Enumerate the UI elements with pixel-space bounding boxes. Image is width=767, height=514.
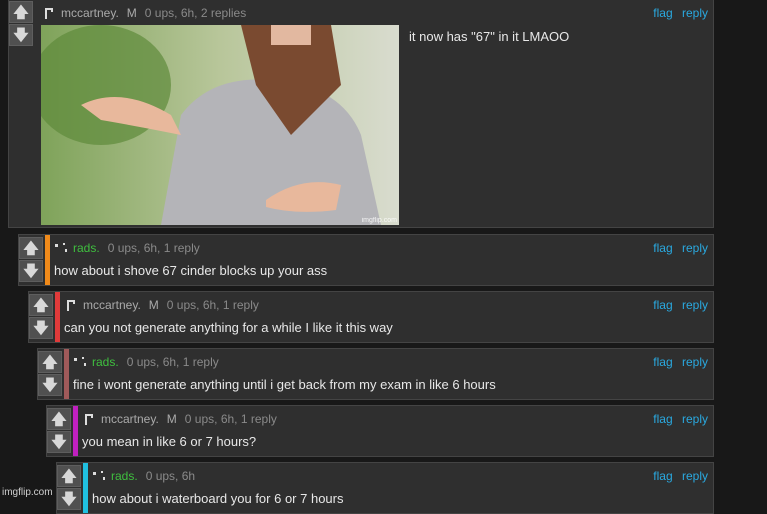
comment-meta: rads. 0 ups, 6h, 1 reply [54, 241, 200, 255]
comment-meta: mccartney. M 0 ups, 6h, 1 reply [64, 298, 259, 312]
avatar-icon [55, 243, 67, 252]
comment: 🡅 🡇 rads. 0 ups, 6h, 1 reply flag reply … [18, 234, 714, 286]
flag-link[interactable]: flag [653, 298, 672, 312]
upvote-button[interactable]: 🡅 [57, 465, 81, 487]
reply-link[interactable]: reply [682, 355, 708, 369]
comment-text: fine i wont generate anything until i ge… [73, 377, 496, 392]
username[interactable]: mccartney. [83, 298, 141, 312]
comment-text: you mean in like 6 or 7 hours? [82, 434, 257, 449]
comment-stats: 0 ups, 6h [145, 469, 196, 483]
comment-stats: 0 ups, 6h, 2 replies [144, 6, 247, 20]
comment-text: it now has "67" in it LMAOO [409, 29, 570, 44]
reply-link[interactable]: reply [682, 412, 708, 426]
comment: 🡅 🡇 mccartney. M 0 ups, 6h, 1 reply flag… [28, 291, 714, 343]
downvote-button[interactable]: 🡇 [47, 431, 71, 453]
username[interactable]: mccartney. [101, 412, 159, 426]
downvote-button[interactable]: 🡇 [19, 260, 43, 282]
comment-text: how about i shove 67 cinder blocks up yo… [54, 263, 328, 278]
meme-illustration [41, 25, 399, 225]
downvote-button[interactable]: 🡇 [9, 24, 33, 46]
username[interactable]: rads. [92, 355, 119, 369]
comment-stats: 0 ups, 6h, 1 reply [184, 412, 277, 426]
avatar-icon [45, 8, 53, 19]
avatar-icon [74, 357, 86, 366]
upvote-button[interactable]: 🡅 [47, 408, 71, 430]
comment-meta: rads. 0 ups, 6h, 1 reply [73, 355, 219, 369]
downvote-button[interactable]: 🡇 [29, 317, 53, 339]
upvote-button[interactable]: 🡅 [29, 294, 53, 316]
vote-controls: 🡅 🡇 [38, 351, 64, 396]
vote-controls: 🡅 🡇 [29, 294, 55, 339]
upvote-button[interactable]: 🡅 [38, 351, 62, 373]
comment: 🡅 🡇 rads. 0 ups, 6h, 1 reply flag reply … [37, 348, 714, 400]
reply-link[interactable]: reply [682, 298, 708, 312]
comment-meta: rads. 0 ups, 6h [92, 469, 195, 483]
comment-meta: mccartney. M 0 ups, 6h, 2 replies [42, 6, 246, 20]
comment-text: how about i waterboard you for 6 or 7 ho… [92, 491, 344, 506]
reply-link[interactable]: reply [682, 469, 708, 483]
meme-image[interactable]: imgflip.com [41, 25, 399, 225]
image-watermark: imgflip.com [361, 217, 397, 224]
user-badge: M [126, 6, 137, 20]
reply-link[interactable]: reply [682, 6, 708, 20]
thread-bar [64, 349, 69, 399]
vote-controls: 🡅 🡇 [57, 465, 83, 510]
flag-link[interactable]: flag [653, 241, 672, 255]
comment-meta: mccartney. M 0 ups, 6h, 1 reply [82, 412, 277, 426]
reply-link[interactable]: reply [682, 241, 708, 255]
user-badge: M [166, 412, 177, 426]
comment-text: can you not generate anything for a whil… [64, 320, 393, 335]
comment-actions: flag reply [647, 355, 708, 369]
username[interactable]: mccartney. [61, 6, 119, 20]
downvote-button[interactable]: 🡇 [57, 488, 81, 510]
avatar-icon [67, 300, 75, 311]
username[interactable]: rads. [73, 241, 100, 255]
avatar-icon [93, 471, 105, 480]
vote-controls: 🡅 🡇 [9, 1, 35, 46]
comment-actions: flag reply [647, 412, 708, 426]
username[interactable]: rads. [111, 469, 138, 483]
comment-stats: 0 ups, 6h, 1 reply [166, 298, 259, 312]
flag-link[interactable]: flag [653, 355, 672, 369]
comment-actions: flag reply [647, 298, 708, 312]
downvote-button[interactable]: 🡇 [38, 374, 62, 396]
comment: 🡅 🡇 rads. 0 ups, 6h flag reply how about… [56, 462, 714, 514]
avatar-icon [85, 414, 93, 425]
flag-link[interactable]: flag [653, 6, 672, 20]
vote-controls: 🡅 🡇 [19, 237, 45, 282]
comment-actions: flag reply [647, 6, 708, 20]
thread-bar [55, 292, 60, 342]
comment: 🡅 🡇 mccartney. M 0 ups, 6h, 1 reply flag… [46, 405, 714, 457]
comment-actions: flag reply [647, 241, 708, 255]
upvote-button[interactable]: 🡅 [9, 1, 33, 23]
flag-link[interactable]: flag [653, 469, 672, 483]
thread-bar [73, 406, 78, 456]
imgflip-watermark: imgflip.com [2, 487, 53, 498]
upvote-button[interactable]: 🡅 [19, 237, 43, 259]
user-badge: M [148, 298, 159, 312]
thread-bar [45, 235, 50, 285]
vote-controls: 🡅 🡇 [47, 408, 73, 453]
comment-stats: 0 ups, 6h, 1 reply [126, 355, 219, 369]
flag-link[interactable]: flag [653, 412, 672, 426]
comment-stats: 0 ups, 6h, 1 reply [107, 241, 200, 255]
thread-bar [83, 463, 88, 513]
comment-actions: flag reply [647, 469, 708, 483]
comment: 🡅 🡇 mccartney. M 0 ups, 6h, 2 replies fl… [8, 0, 714, 228]
